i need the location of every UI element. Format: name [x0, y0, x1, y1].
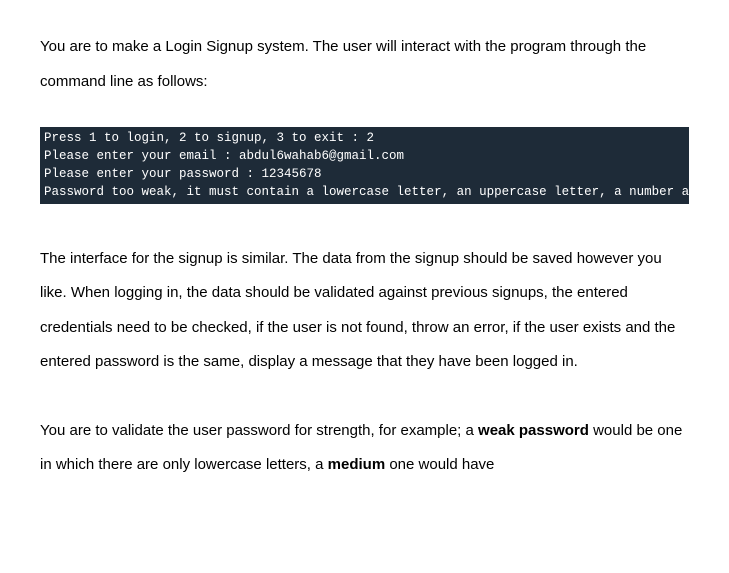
terminal-line-3: Please enter your password : 12345678 — [44, 165, 685, 183]
signup-description-paragraph: The interface for the signup is similar.… — [40, 242, 689, 380]
weak-password-label: weak password — [478, 422, 589, 439]
intro-paragraph: You are to make a Login Signup system. T… — [40, 30, 689, 99]
medium-password-label: medium — [328, 456, 386, 473]
password-strength-paragraph: You are to validate the user password fo… — [40, 414, 689, 483]
para3-text-3: one would have — [385, 456, 494, 473]
para3-text-1: You are to validate the user password fo… — [40, 422, 478, 439]
terminal-line-2: Please enter your email : abdul6wahab6@g… — [44, 147, 685, 165]
terminal-line-1: Press 1 to login, 2 to signup, 3 to exit… — [44, 129, 685, 147]
terminal-output: Press 1 to login, 2 to signup, 3 to exit… — [40, 127, 689, 204]
terminal-line-4: Password too weak, it must contain a low… — [44, 183, 685, 201]
